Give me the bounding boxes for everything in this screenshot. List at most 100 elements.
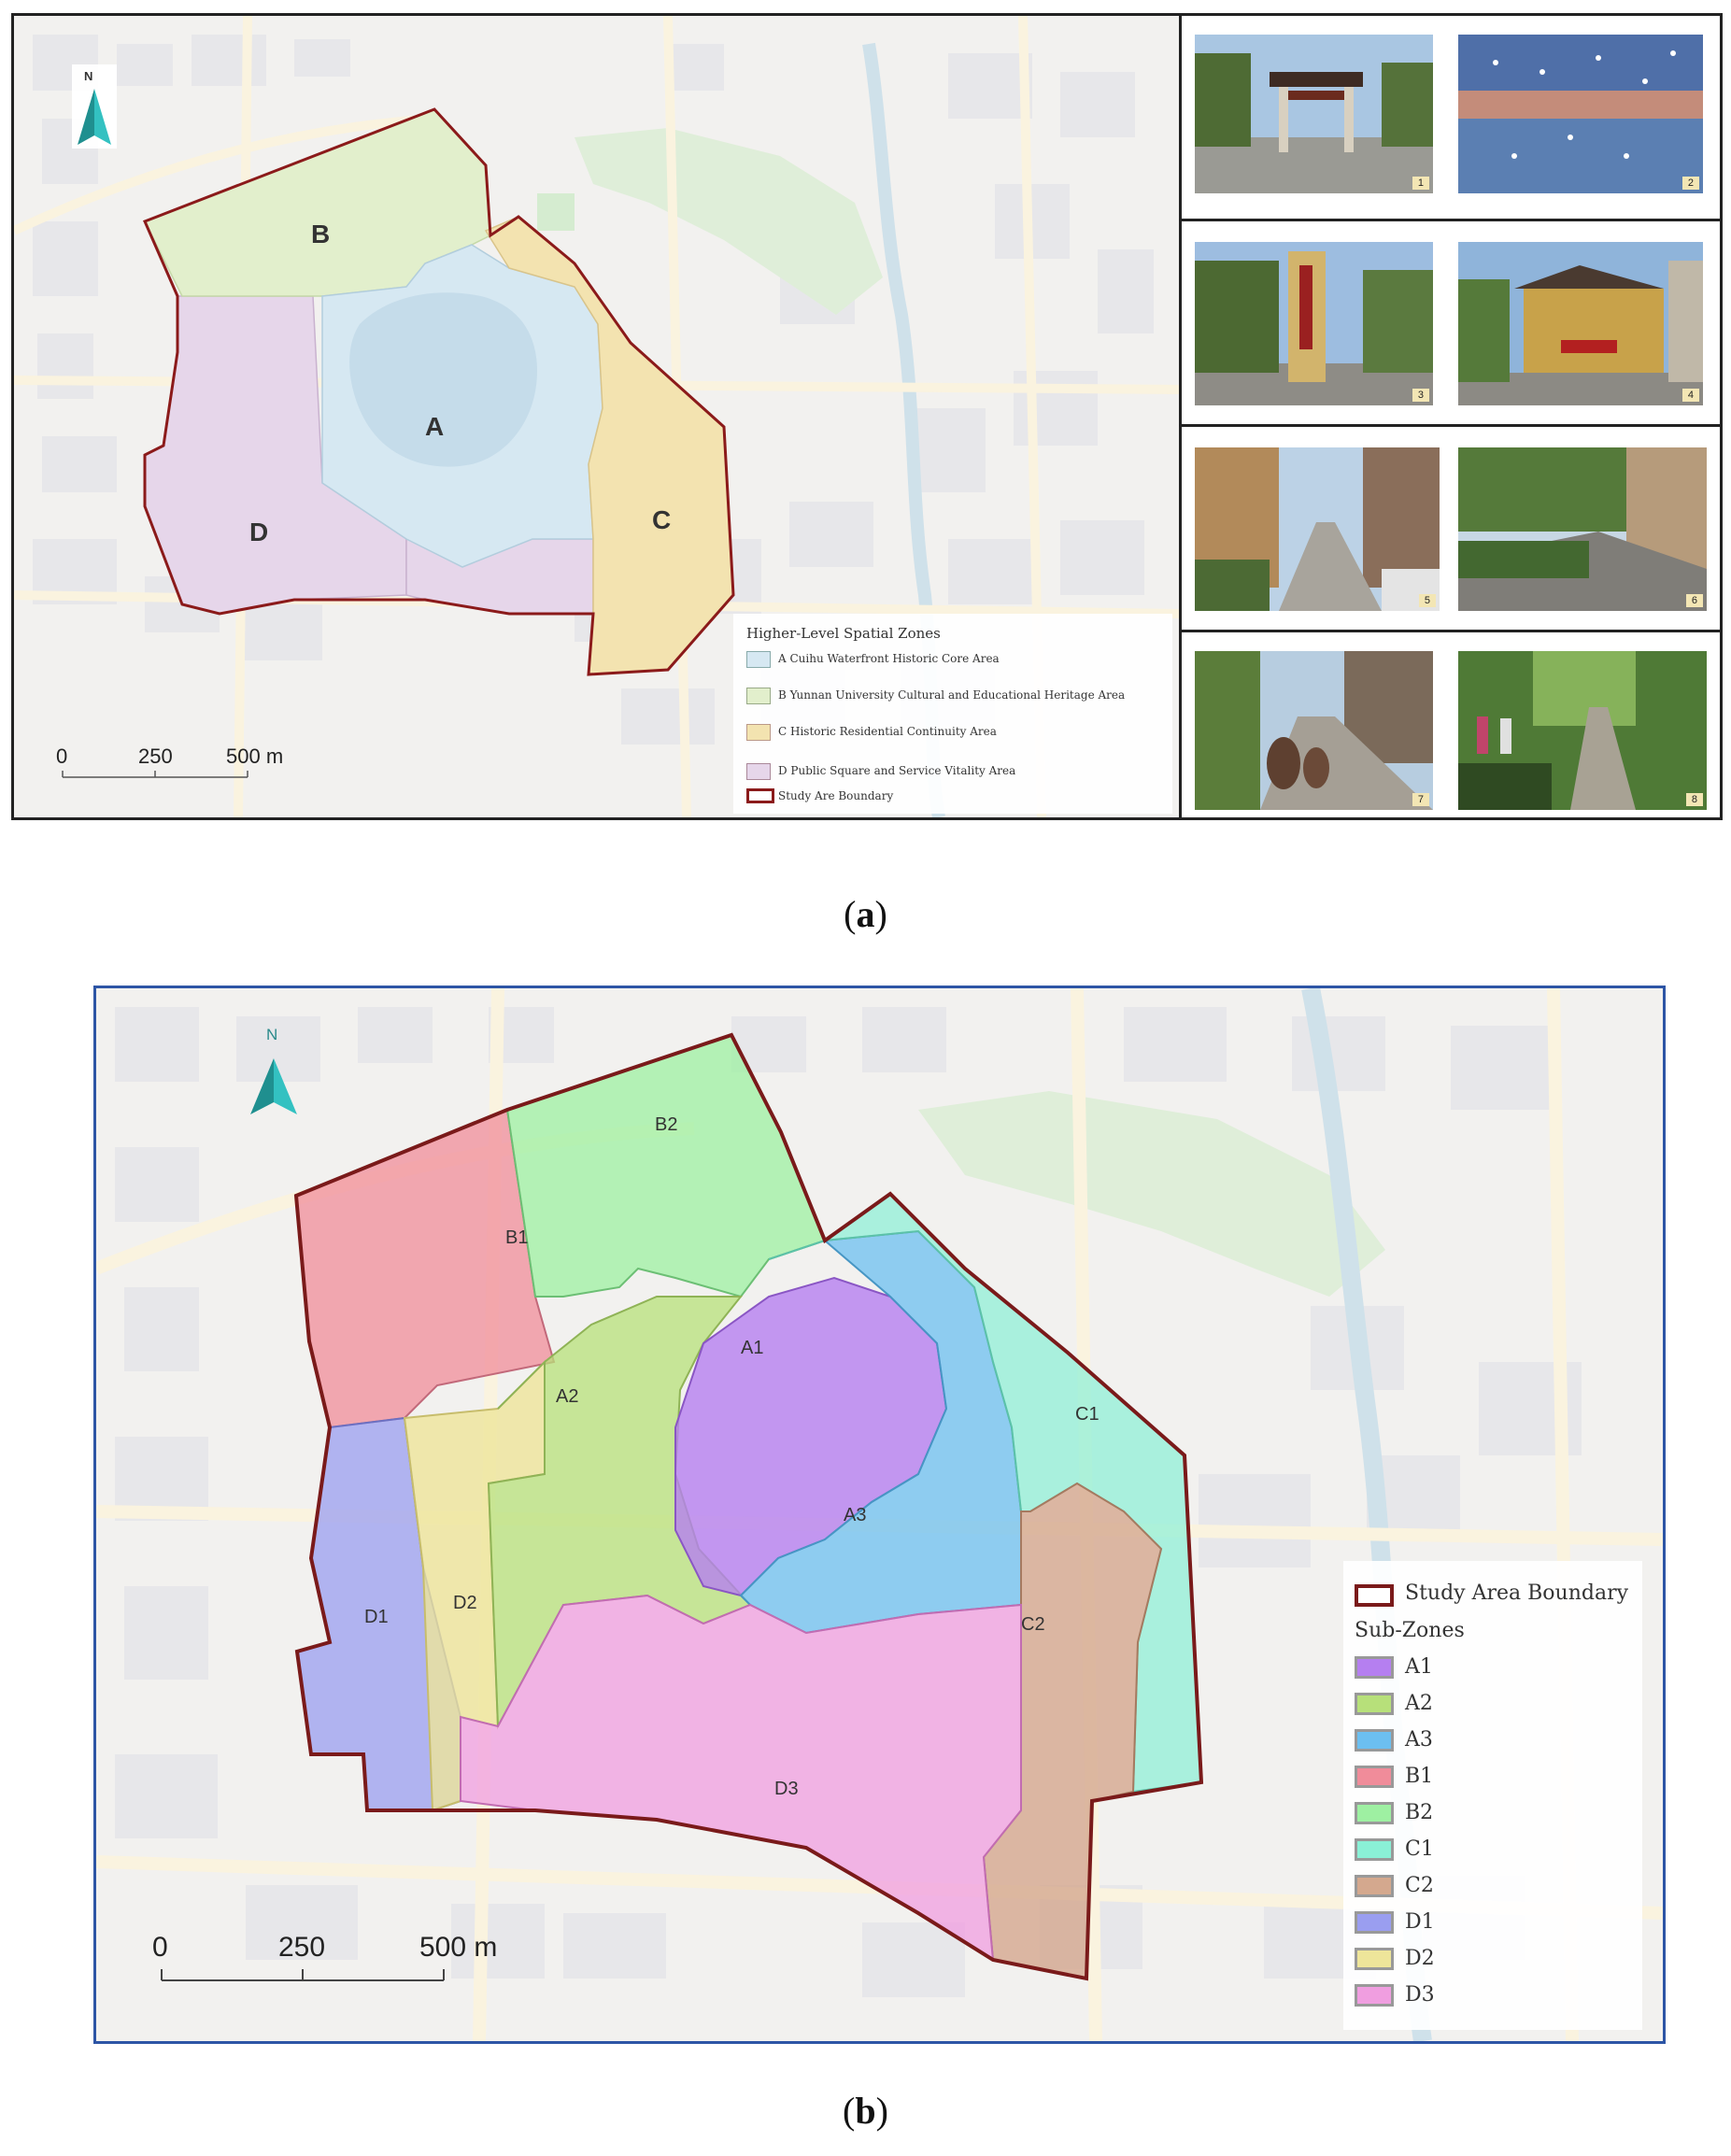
subzone-label-d1: D1 bbox=[364, 1607, 389, 1627]
legend-label: Study Are Boundary bbox=[778, 789, 894, 802]
legend-swatch bbox=[1355, 1838, 1394, 1861]
figure-panel-b: N B1 B2 A1 A2 A3 C1 C2 D1 D2 D3 0 250 50… bbox=[93, 986, 1666, 2044]
legend-swatch bbox=[746, 763, 771, 780]
legend-item-d2: D2 bbox=[1343, 1946, 1624, 1974]
legend-label: B1 bbox=[1405, 1765, 1434, 1788]
north-arrow-icon bbox=[72, 64, 117, 149]
legend-label: D Public Square and Service Vitality Are… bbox=[778, 764, 1016, 777]
legend-item-a1: A1 bbox=[1343, 1654, 1624, 1682]
legend-label: C1 bbox=[1405, 1837, 1434, 1861]
photo-graphic bbox=[1195, 35, 1433, 193]
legend-item-c: C Historic Residential Continuity Area bbox=[733, 722, 1163, 745]
memorial-archway-photo: 1 bbox=[1195, 35, 1433, 193]
legend-swatch bbox=[1355, 1766, 1394, 1788]
legend-item-d3: D3 bbox=[1343, 1982, 1624, 2010]
legend-item-a3: A3 bbox=[1343, 1727, 1624, 1755]
photo-graphic bbox=[1458, 651, 1707, 810]
legend-label: D1 bbox=[1405, 1910, 1435, 1934]
photo-number: 8 bbox=[1685, 793, 1703, 806]
legend-title: Sub-Zones bbox=[1355, 1619, 1465, 1642]
legend-item-boundary: Study Are Boundary bbox=[733, 787, 1163, 809]
caption-letter: b bbox=[855, 2090, 876, 2132]
legend-swatch bbox=[1355, 1984, 1394, 2007]
photo-graphic bbox=[1458, 447, 1707, 611]
scale-label-500: 500 m bbox=[419, 1932, 498, 1963]
photo-number: 3 bbox=[1412, 389, 1429, 402]
legend-label: B2 bbox=[1405, 1801, 1434, 1824]
greenway-path-photo: 8 bbox=[1458, 651, 1707, 810]
tree-lined-street-photo: 6 bbox=[1458, 447, 1707, 611]
legend-swatch bbox=[1355, 1656, 1394, 1679]
legend-item-d1: D1 bbox=[1343, 1909, 1624, 1937]
subzone-label-b2: B2 bbox=[655, 1114, 678, 1135]
scale-label-250: 250 bbox=[138, 745, 173, 768]
legend-label: D2 bbox=[1405, 1947, 1435, 1970]
zone-label-a: A bbox=[425, 412, 445, 441]
subzone-label-b1: B1 bbox=[505, 1227, 529, 1248]
photo-row-4: 7 8 bbox=[1182, 632, 1720, 817]
scale-label-0: 0 bbox=[56, 745, 68, 768]
gulls-over-lake-photo: 2 bbox=[1458, 35, 1703, 193]
photo-graphic bbox=[1458, 242, 1703, 405]
legend-item-b2: B2 bbox=[1343, 1800, 1624, 1828]
scale-label-250: 250 bbox=[278, 1932, 326, 1963]
legend-label: C2 bbox=[1405, 1874, 1434, 1897]
university-gate-photo: 3 bbox=[1195, 242, 1433, 405]
legend-swatch bbox=[1355, 1948, 1394, 1970]
north-label: N bbox=[84, 69, 93, 83]
legend-item-c2: C2 bbox=[1343, 1873, 1624, 1901]
legend-label: A2 bbox=[1405, 1692, 1433, 1715]
photo-row-2: 3 4 bbox=[1182, 221, 1720, 427]
legend-swatch bbox=[746, 724, 771, 741]
legend-label: D3 bbox=[1405, 1983, 1435, 2007]
legend-label: A1 bbox=[1405, 1655, 1433, 1679]
legend-swatch bbox=[746, 688, 771, 704]
photo-graphic bbox=[1195, 242, 1433, 405]
legend-swatch bbox=[1355, 1729, 1394, 1752]
boundary-swatch bbox=[1355, 1584, 1394, 1607]
legend-swatch bbox=[1355, 1693, 1394, 1715]
legend-b: Study Area Boundary Sub-Zones A1 A2 A3 B… bbox=[1343, 1561, 1642, 2030]
photo-grid: 1 2 3 4 5 6 7 8 bbox=[1182, 16, 1720, 817]
zone-label-c: C bbox=[652, 505, 672, 534]
photo-graphic bbox=[1195, 447, 1440, 611]
legend-label: A Cuihu Waterfront Historic Core Area bbox=[778, 652, 1000, 665]
legend-a: Higher-Level Spatial Zones A Cuihu Water… bbox=[733, 614, 1172, 814]
legend-item-b1: B1 bbox=[1343, 1764, 1624, 1792]
legend-item-d: D Public Square and Service Vitality Are… bbox=[733, 761, 1163, 784]
photo-graphic bbox=[1458, 35, 1703, 193]
photo-number: 1 bbox=[1412, 177, 1429, 190]
legend-swatch bbox=[1355, 1875, 1394, 1897]
photo-number: 4 bbox=[1681, 389, 1699, 402]
boundary-label: Study Area Boundary bbox=[1405, 1582, 1629, 1605]
residential-lane-photo: 5 bbox=[1195, 447, 1440, 611]
photo-number: 6 bbox=[1685, 594, 1703, 607]
park-patch bbox=[537, 193, 575, 231]
north-label: N bbox=[266, 1026, 278, 1043]
caption-letter: a bbox=[856, 893, 875, 935]
photo-row-3: 5 6 bbox=[1182, 427, 1720, 632]
subzone-label-d3: D3 bbox=[774, 1779, 799, 1799]
zone-label-b: B bbox=[311, 220, 331, 248]
legend-label: A3 bbox=[1405, 1728, 1433, 1752]
zone-map-a[interactable]: N B A C D 0 250 500 m Higher-Level Spati… bbox=[14, 16, 1182, 817]
legend-item-a2: A2 bbox=[1343, 1691, 1624, 1719]
subzone-label-a1: A1 bbox=[741, 1338, 764, 1358]
street-sculpture-photo: 7 bbox=[1195, 651, 1433, 810]
scale-label-0: 0 bbox=[152, 1932, 168, 1963]
legend-label: C Historic Residential Continuity Area bbox=[778, 725, 997, 738]
caption-b: (b) bbox=[843, 2090, 888, 2132]
photo-number: 5 bbox=[1418, 594, 1436, 607]
legend-title: Higher-Level Spatial Zones bbox=[746, 625, 941, 642]
zone-label-d: D bbox=[249, 518, 269, 546]
photo-graphic bbox=[1195, 651, 1433, 810]
figure-panel-a: N B A C D 0 250 500 m Higher-Level Spati… bbox=[11, 13, 1723, 820]
subzone-label-a2: A2 bbox=[556, 1386, 579, 1407]
legend-item-c1: C1 bbox=[1343, 1837, 1624, 1865]
photo-number: 7 bbox=[1412, 793, 1429, 806]
scale-label-500: 500 m bbox=[226, 745, 284, 768]
photo-number: 2 bbox=[1681, 177, 1699, 190]
legend-swatch bbox=[1355, 1802, 1394, 1824]
legend-item-b: B Yunnan University Cultural and Educati… bbox=[733, 686, 1163, 708]
legend-swatch bbox=[746, 651, 771, 668]
